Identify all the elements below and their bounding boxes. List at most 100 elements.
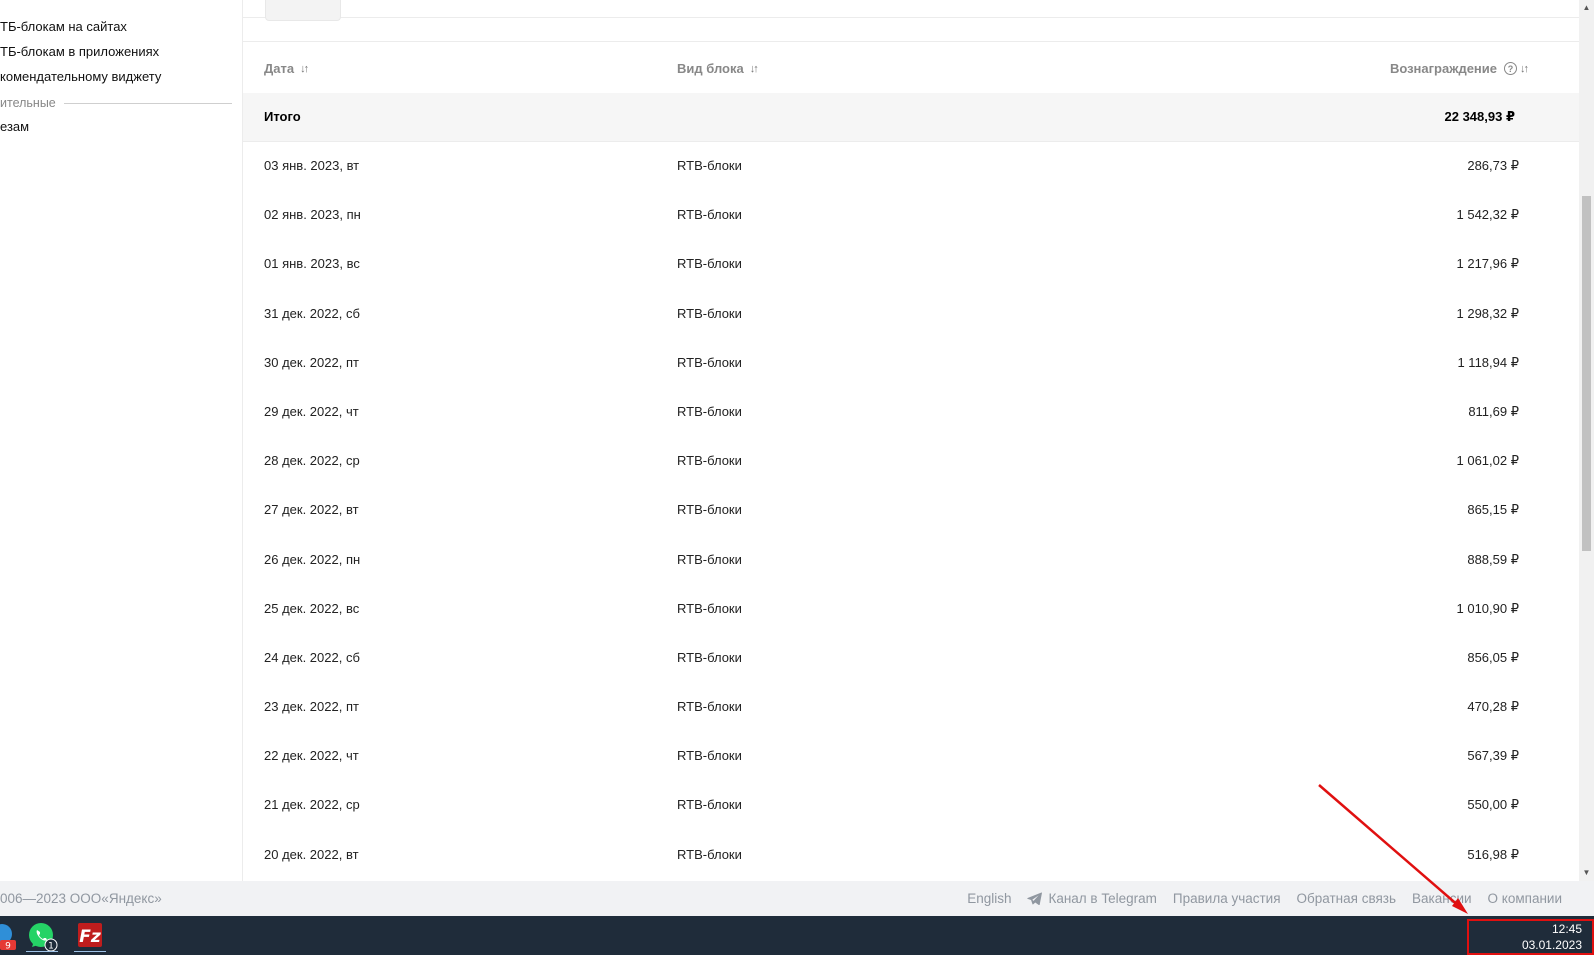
cell-block-type: RTB-блоки bbox=[677, 453, 742, 469]
column-header-date[interactable]: Дата ↓↑ bbox=[264, 61, 309, 76]
footer-link-english[interactable]: English bbox=[967, 891, 1011, 906]
table-row: 31 дек. 2022, сб RTB-блоки 1 298,32 ₽ bbox=[243, 290, 1579, 339]
table-row: 26 дек. 2022, пн RTB-блоки 888,59 ₽ bbox=[243, 536, 1579, 585]
sidebar: ТБ-блокам на сайтах ТБ-блокам в приложен… bbox=[0, 0, 243, 881]
cell-date: 26 дек. 2022, пн bbox=[264, 551, 361, 567]
sort-icon[interactable]: ↓↑ bbox=[300, 63, 309, 75]
footer-link-vacancies[interactable]: Вакансии bbox=[1412, 891, 1472, 906]
vertical-scrollbar[interactable]: ▲ ▼ bbox=[1579, 0, 1594, 881]
filezilla-icon[interactable]: Fz bbox=[74, 920, 106, 952]
whatsapp-badge: 1 bbox=[48, 942, 54, 952]
cell-block-type: RTB-блоки bbox=[677, 158, 742, 173]
cell-block-type: RTB-блоки bbox=[677, 699, 742, 715]
table-row: 29 дек. 2022, чт RTB-блоки 811,69 ₽ bbox=[243, 388, 1579, 437]
table-row: 28 дек. 2022, ср RTB-блоки 1 061,02 ₽ bbox=[243, 437, 1579, 486]
cell-reward: 470,28 ₽ bbox=[1467, 699, 1519, 715]
sort-icon[interactable]: ↓↑ bbox=[750, 63, 759, 75]
table-row: 01 янв. 2023, вс RTB-блоки 1 217,96 ₽ bbox=[243, 240, 1579, 289]
table-row: 27 дек. 2022, вт RTB-блоки 865,15 ₽ bbox=[243, 486, 1579, 535]
cell-date: 24 дек. 2022, сб bbox=[264, 649, 360, 665]
footer-link-feedback[interactable]: Обратная связь bbox=[1297, 891, 1396, 906]
cell-date: 01 янв. 2023, вс bbox=[264, 256, 360, 272]
cell-date: 20 дек. 2022, вт bbox=[264, 846, 359, 862]
sidebar-item-extra[interactable]: езам bbox=[0, 119, 29, 134]
cell-reward: 550,00 ₽ bbox=[1467, 797, 1519, 813]
table-row: 30 дек. 2022, пт RTB-блоки 1 118,94 ₽ bbox=[243, 339, 1579, 388]
scroll-down-arrow-icon[interactable]: ▼ bbox=[1579, 865, 1594, 881]
cell-reward: 856,05 ₽ bbox=[1467, 649, 1519, 665]
cell-reward: 1 542,32 ₽ bbox=[1456, 207, 1520, 223]
footer-link-about[interactable]: О компании bbox=[1488, 891, 1562, 906]
cell-reward: 1 010,90 ₽ bbox=[1456, 600, 1520, 616]
telegram-icon bbox=[1027, 892, 1043, 905]
cell-reward: 888,59 ₽ bbox=[1467, 551, 1519, 567]
cell-date: 27 дек. 2022, вт bbox=[264, 502, 359, 518]
column-header-block-type[interactable]: Вид блока ↓↑ bbox=[677, 61, 759, 76]
cell-reward: 567,39 ₽ bbox=[1467, 748, 1519, 764]
cell-block-type: RTB-блоки bbox=[677, 354, 742, 370]
svg-text:Fz: Fz bbox=[79, 927, 101, 947]
toolbar-chip[interactable] bbox=[265, 0, 341, 21]
footer-link-rules[interactable]: Правила участия bbox=[1173, 891, 1281, 906]
cell-date: 30 дек. 2022, пт bbox=[264, 354, 359, 370]
footer-link-telegram-label: Канал в Telegram bbox=[1048, 891, 1157, 906]
cell-date: 03 янв. 2023, вт bbox=[264, 158, 360, 173]
cell-date: 02 янв. 2023, пн bbox=[264, 207, 361, 223]
cell-reward: 1 118,94 ₽ bbox=[1457, 354, 1519, 370]
sidebar-item-rtb-sites[interactable]: ТБ-блокам на сайтах bbox=[0, 19, 127, 34]
table-row: 03 янв. 2023, вт RTB-блоки 286,73 ₽ bbox=[243, 142, 1579, 191]
app-badge: 9 bbox=[5, 942, 11, 952]
system-clock[interactable]: 12:45 03.01.2023 bbox=[1467, 919, 1594, 955]
sidebar-section-divider bbox=[63, 102, 232, 104]
cell-block-type: RTB-блоки bbox=[677, 551, 742, 567]
column-header-reward[interactable]: Вознаграждение ? ↓↑ bbox=[1389, 61, 1529, 76]
table-body: 03 янв. 2023, вт RTB-блоки 286,73 ₽ 02 янв.… bbox=[243, 142, 1579, 880]
top-toolbar bbox=[243, 0, 1579, 21]
cell-date: 29 дек. 2022, чт bbox=[264, 403, 359, 419]
cell-block-type: RTB-блоки bbox=[677, 600, 742, 616]
cell-block-type: RTB-блоки bbox=[677, 846, 742, 862]
cell-block-type: RTB-блоки bbox=[677, 649, 742, 665]
page-footer: 006—2023 ООО«Яндекс» English Канал в Tel… bbox=[0, 881, 1594, 916]
cell-date: 21 дек. 2022, ср bbox=[264, 797, 360, 813]
table-row: 25 дек. 2022, вс RTB-блоки 1 010,90 ₽ bbox=[243, 585, 1579, 634]
cell-block-type: RTB-блоки bbox=[677, 748, 742, 764]
cell-date: 22 дек. 2022, чт bbox=[264, 748, 359, 764]
main-content: Дата ↓↑ Вид блока ↓↑ Вознаграждение ? ↓↑… bbox=[243, 0, 1579, 881]
table-row: 24 дек. 2022, сб RTB-блоки 856,05 ₽ bbox=[243, 634, 1579, 683]
cell-date: 28 дек. 2022, ср bbox=[264, 453, 360, 469]
footer-link-telegram[interactable]: Канал в Telegram bbox=[1027, 891, 1157, 906]
cell-reward: 1 217,96 ₽ bbox=[1456, 256, 1520, 272]
scrollbar-thumb[interactable] bbox=[1582, 196, 1591, 551]
table-row: 23 дек. 2022, пт RTB-блоки 470,28 ₽ bbox=[243, 683, 1579, 732]
table-row: 20 дек. 2022, вт RTB-блоки 516,98 ₽ bbox=[243, 831, 1579, 880]
table-total-row: Итого 22 348,93 ₽ bbox=[243, 93, 1579, 142]
cell-reward: 1 061,02 ₽ bbox=[1456, 453, 1520, 469]
cell-reward: 865,15 ₽ bbox=[1467, 502, 1519, 518]
cell-reward: 516,98 ₽ bbox=[1467, 846, 1519, 862]
cell-reward: 1 298,32 ₽ bbox=[1456, 305, 1520, 321]
os-taskbar: 9 1 Fz 12:45 03.01.2023 bbox=[0, 916, 1594, 955]
table-row: 21 дек. 2022, ср RTB-блоки 550,00 ₽ bbox=[243, 781, 1579, 830]
footer-copyright: 006—2023 ООО«Яндекс» bbox=[0, 891, 162, 906]
cell-reward: 286,73 ₽ bbox=[1467, 158, 1519, 173]
column-header-date-label: Дата bbox=[264, 61, 295, 76]
partial-app-icon[interactable]: 9 bbox=[0, 920, 18, 952]
cell-block-type: RTB-блоки bbox=[677, 207, 742, 223]
sort-icon[interactable]: ↓↑ bbox=[1520, 63, 1529, 75]
cell-date: 25 дек. 2022, вс bbox=[264, 600, 360, 616]
table-row: 02 янв. 2023, пн RTB-блоки 1 542,32 ₽ bbox=[243, 191, 1579, 240]
sidebar-item-recommend-widget[interactable]: комендательному виджету bbox=[0, 69, 161, 84]
whatsapp-icon[interactable]: 1 bbox=[26, 920, 58, 952]
scroll-up-arrow-icon[interactable]: ▲ bbox=[1579, 0, 1594, 16]
help-icon[interactable]: ? bbox=[1504, 62, 1517, 75]
clock-time: 12:45 bbox=[1551, 922, 1582, 936]
footer-links: English Канал в Telegram Правила участия… bbox=[967, 891, 1562, 906]
clock-date: 03.01.2023 bbox=[1521, 938, 1582, 952]
table-header: Дата ↓↑ Вид блока ↓↑ Вознаграждение ? ↓↑ bbox=[243, 42, 1579, 93]
statistics-table: Дата ↓↑ Вид блока ↓↑ Вознаграждение ? ↓↑… bbox=[243, 41, 1579, 880]
column-header-reward-label: Вознаграждение bbox=[1389, 61, 1497, 76]
total-label: Итого bbox=[264, 109, 301, 124]
sidebar-section-header: ительные bbox=[0, 96, 232, 110]
sidebar-item-rtb-apps[interactable]: ТБ-блокам в приложениях bbox=[0, 44, 159, 59]
